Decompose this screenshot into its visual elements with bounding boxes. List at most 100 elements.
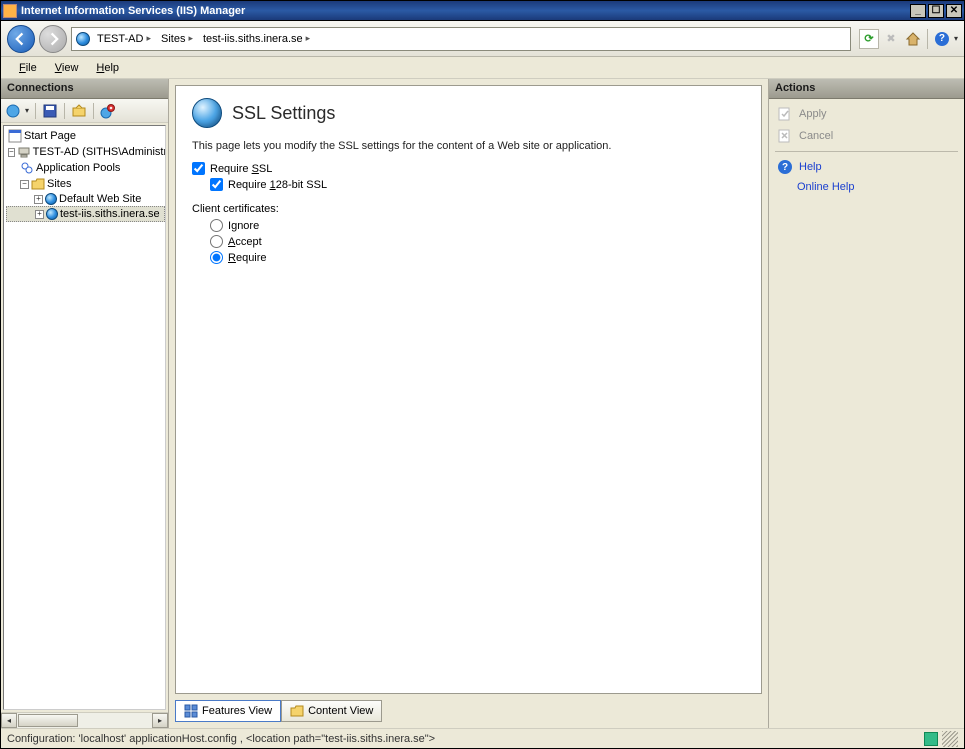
tree-server[interactable]: − TEST-AD (SITHS\Administrator) xyxy=(6,144,165,160)
action-apply[interactable]: Apply xyxy=(775,103,958,125)
scroll-track[interactable] xyxy=(17,713,152,728)
separator xyxy=(64,103,65,119)
app-pools-icon xyxy=(20,161,34,175)
collapse-icon[interactable]: − xyxy=(8,148,15,157)
help-icon: ? xyxy=(777,159,793,175)
site-icon xyxy=(45,193,57,205)
client-cert-require-radio[interactable] xyxy=(210,251,223,264)
save-icon[interactable] xyxy=(42,103,58,119)
connections-header: Connections xyxy=(1,79,168,99)
require-ssl-label: Require SSL xyxy=(210,163,272,175)
tab-content-view[interactable]: Content View xyxy=(281,700,382,722)
client-certs-label: Client certificates: xyxy=(192,203,745,215)
menu-file[interactable]: File xyxy=(11,60,45,76)
breadcrumb-sites[interactable]: Sites▸ xyxy=(158,33,196,45)
action-online-help[interactable]: Online Help xyxy=(775,178,958,196)
start-page-icon xyxy=(8,129,22,143)
help-button[interactable]: ? xyxy=(932,29,952,49)
require-128bit-checkbox[interactable] xyxy=(210,178,223,191)
cancel-icon xyxy=(777,128,793,144)
page-title: SSL Settings xyxy=(232,103,335,124)
connections-panel: Connections ▾ Start Page xyxy=(1,79,169,728)
connect-icon[interactable] xyxy=(5,103,21,119)
maximize-button[interactable]: ☐ xyxy=(928,4,944,18)
minimize-button[interactable]: _ xyxy=(910,4,926,18)
tree-app-pools[interactable]: Application Pools xyxy=(6,160,165,176)
window-titlebar: Internet Information Services (IIS) Mana… xyxy=(1,1,964,21)
menu-view[interactable]: View xyxy=(47,60,87,76)
status-text: Configuration: 'localhost' applicationHo… xyxy=(7,733,435,745)
site-icon xyxy=(46,208,58,220)
require-ssl-checkbox[interactable] xyxy=(192,162,205,175)
window-title: Internet Information Services (IIS) Mana… xyxy=(21,5,908,17)
apply-icon xyxy=(777,106,793,122)
resize-grip[interactable] xyxy=(942,731,958,747)
tree-label: Start Page xyxy=(24,130,76,142)
connect-dropdown-icon[interactable]: ▾ xyxy=(25,106,29,115)
delete-connection-icon[interactable] xyxy=(100,103,116,119)
content-view-icon xyxy=(290,704,304,718)
expand-icon[interactable]: + xyxy=(35,210,44,219)
stop-button[interactable]: ✖ xyxy=(881,29,901,49)
server-icon xyxy=(17,145,31,159)
tree-label: Application Pools xyxy=(36,162,120,174)
expand-icon[interactable]: + xyxy=(34,195,43,204)
action-help[interactable]: ? Help xyxy=(775,156,958,178)
tree-default-site[interactable]: + Default Web Site xyxy=(6,192,165,206)
action-cancel[interactable]: Cancel xyxy=(775,125,958,147)
actions-panel: Actions Apply Cancel ? Help Online Help xyxy=(768,79,964,728)
features-view-icon xyxy=(184,704,198,718)
actions-header: Actions xyxy=(769,79,964,99)
tree-selected-site[interactable]: + test-iis.siths.inera.se xyxy=(6,206,165,222)
connections-toolbar: ▾ xyxy=(1,99,168,123)
tree-label: Sites xyxy=(47,178,71,190)
tab-label: Features View xyxy=(202,705,272,717)
up-icon[interactable] xyxy=(71,103,87,119)
app-icon xyxy=(3,4,17,18)
address-bar[interactable]: TEST-AD▸ Sites▸ test-iis.siths.inera.se▸ xyxy=(71,27,851,51)
close-button[interactable]: ✕ xyxy=(946,4,962,18)
connections-tree[interactable]: Start Page − TEST-AD (SITHS\Administrato… xyxy=(3,125,166,710)
refresh-button[interactable]: ⟳ xyxy=(859,29,879,49)
tree-sites[interactable]: − Sites xyxy=(6,176,165,192)
client-cert-ignore-label: Ignore xyxy=(228,220,259,232)
help-dropdown-icon[interactable]: ▾ xyxy=(954,34,958,43)
collapse-icon[interactable]: − xyxy=(20,180,29,189)
tree-label: test-iis.siths.inera.se xyxy=(60,208,160,220)
separator xyxy=(927,29,928,49)
client-cert-require-label: Require xyxy=(228,252,267,264)
scroll-right-button[interactable]: ▸ xyxy=(152,713,168,728)
client-cert-ignore-radio[interactable] xyxy=(210,219,223,232)
content-area: SSL Settings This page lets you modify t… xyxy=(169,79,768,728)
tab-features-view[interactable]: Features View xyxy=(175,700,281,722)
forward-button[interactable] xyxy=(39,25,67,53)
page-description: This page lets you modify the SSL settin… xyxy=(192,140,745,152)
tree-label: TEST-AD (SITHS\Administrator) xyxy=(33,146,166,158)
feature-page: SSL Settings This page lets you modify t… xyxy=(175,85,762,694)
menu-help[interactable]: Help xyxy=(88,60,127,76)
status-bar: Configuration: 'localhost' applicationHo… xyxy=(1,728,964,748)
separator xyxy=(35,103,36,119)
menu-bar: File View Help xyxy=(1,57,964,79)
tray-icon xyxy=(924,732,938,746)
scroll-left-button[interactable]: ◂ xyxy=(1,713,17,728)
navigation-bar: TEST-AD▸ Sites▸ test-iis.siths.inera.se▸… xyxy=(1,21,964,57)
scroll-thumb[interactable] xyxy=(18,714,78,727)
separator xyxy=(93,103,94,119)
globe-icon xyxy=(76,32,90,46)
tab-label: Content View xyxy=(308,705,373,717)
tree-start-page[interactable]: Start Page xyxy=(6,128,165,144)
back-button[interactable] xyxy=(7,25,35,53)
client-cert-accept-label: Accept xyxy=(228,236,262,248)
action-label: Online Help xyxy=(797,181,854,193)
horizontal-scrollbar[interactable]: ◂ ▸ xyxy=(1,712,168,728)
actions-separator xyxy=(775,151,958,152)
breadcrumb-root[interactable]: TEST-AD▸ xyxy=(94,33,154,45)
view-tabs: Features View Content View xyxy=(175,700,762,722)
client-cert-accept-radio[interactable] xyxy=(210,235,223,248)
breadcrumb-site[interactable]: test-iis.siths.inera.se▸ xyxy=(200,33,313,45)
action-label: Apply xyxy=(799,108,827,120)
home-button[interactable] xyxy=(903,29,923,49)
action-label: Cancel xyxy=(799,130,833,142)
action-label: Help xyxy=(799,161,822,173)
